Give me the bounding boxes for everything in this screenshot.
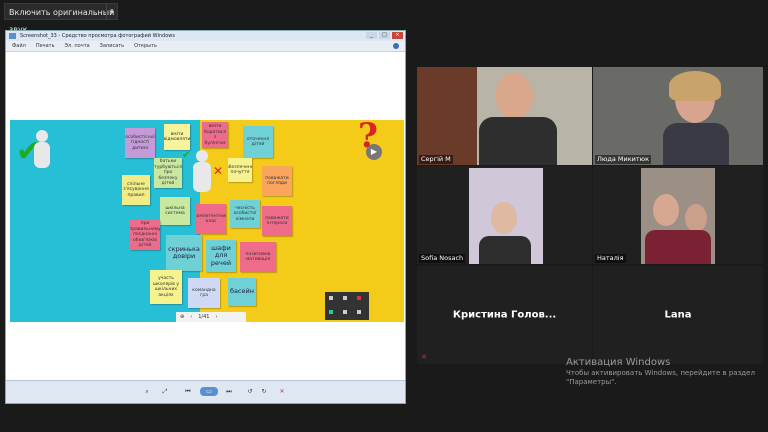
maximize-button[interactable]: □ — [379, 32, 390, 39]
figure-body-icon — [34, 142, 50, 168]
menu-burn[interactable]: Записать — [100, 41, 124, 51]
viewer-toolbar: ⌕ ⤢ ⏮ ▭ ⏭ ↺ ↻ ✕ — [6, 380, 405, 403]
participant-head — [495, 73, 533, 119]
photo-viewer-app-icon — [9, 33, 16, 39]
note-8: поважати погляди — [262, 166, 292, 196]
activation-title: Активация Windows — [566, 357, 671, 368]
figure-head-icon — [36, 130, 48, 142]
participant-head — [491, 202, 517, 234]
note-4: оточення дітей — [243, 126, 273, 158]
note-16: позитивна мотивація — [240, 242, 276, 272]
windows-activation-watermark: Активация Windows Чтобы активировать Win… — [566, 357, 756, 387]
note-17: участь школярів у шкільних акціях — [150, 270, 182, 304]
participant-body — [663, 123, 729, 165]
menu-print[interactable]: Печать — [36, 41, 55, 51]
zoom-in-icon[interactable]: ⊕ — [180, 312, 184, 322]
participant-name: Кристина Голов... — [452, 309, 557, 321]
note-10: компетентний клас — [196, 204, 226, 234]
play-icon[interactable]: ▶ — [366, 144, 382, 160]
figure-center-head-icon — [196, 150, 208, 162]
menu-open[interactable]: Открыть — [134, 41, 157, 51]
note-7: забезпечення почуття — [228, 158, 252, 182]
menu-file[interactable]: Файл — [12, 41, 26, 51]
original-sound-button[interactable]: Включить оригинальный звук ▾ — [4, 3, 118, 34]
participant-body — [479, 236, 531, 264]
participant-name: Люда Микитюк — [595, 155, 652, 164]
slide-ctrl-icon-1[interactable] — [329, 296, 333, 300]
menu-email[interactable]: Эл. почта — [65, 41, 90, 51]
slide-ctrl-icon-4[interactable] — [329, 310, 333, 314]
slide-image: ✔ ✔ ✕ ? ▶ особистісної гідності дитині в… — [10, 120, 404, 322]
participant-name: Sofia Nosach — [419, 254, 466, 263]
small-check-icon: ✔ — [182, 150, 191, 161]
note-13: при правильному поєднанні обов'язків діт… — [130, 220, 160, 250]
note-14: скринька довіри — [166, 235, 202, 271]
participant-body — [479, 117, 557, 165]
slideshow-button[interactable]: ▭ — [200, 387, 218, 396]
participant-hair — [669, 71, 721, 101]
video-background — [417, 67, 477, 165]
next-icon[interactable]: › — [215, 312, 217, 322]
video-tile-2[interactable]: Люда Микитюк — [593, 67, 763, 165]
photo-viewer-window: Screenshot_33 - Средство просмотра фотог… — [5, 30, 406, 404]
zoom-icon[interactable]: ⌕ — [140, 387, 154, 396]
figure-center-body-icon — [193, 162, 211, 192]
note-5: батьки турбуються про безпеку дітей — [154, 158, 182, 188]
note-9: шкільна система — [160, 197, 190, 225]
slide-ctrl-icon-6[interactable] — [357, 310, 361, 314]
rotate-right-icon[interactable]: ↻ — [258, 387, 270, 396]
note-19: басейн — [228, 278, 256, 306]
note-3: вміти боротися з булінгом — [202, 122, 228, 148]
close-button[interactable]: × — [392, 32, 403, 39]
delete-icon[interactable]: ✕ — [276, 387, 288, 396]
slide-pager: ⊕ ‹ 1/41 › — [176, 312, 246, 322]
note-2: вміти відмовляти — [164, 124, 190, 150]
video-tile-5[interactable]: Кристина Голов... ✕ — [417, 266, 592, 364]
participant-name: Наталія — [595, 254, 626, 263]
participant-name: Lana — [664, 309, 692, 321]
image-area: ✔ ✔ ✕ ? ▶ особистісної гідності дитині в… — [6, 52, 405, 382]
video-tile-4[interactable]: Наталія — [593, 166, 763, 264]
note-15: шафи для речей — [206, 240, 236, 272]
prev-icon[interactable]: ‹ — [190, 312, 192, 322]
page-indicator: 1/41 — [198, 314, 210, 320]
note-18: командна гра — [188, 278, 220, 308]
chevron-down-icon[interactable]: ▾ — [106, 4, 117, 19]
red-x-icon: ✕ — [213, 164, 224, 178]
previous-button[interactable]: ⏮ — [181, 387, 195, 396]
video-tile-6[interactable]: Lana — [593, 266, 763, 364]
video-tile-3[interactable]: Sofia Nosach — [417, 166, 592, 264]
participant-head — [653, 194, 679, 226]
participant-name: Сергій М — [419, 155, 453, 164]
slide-ctrl-icon-3[interactable] — [357, 296, 361, 300]
rotate-left-icon[interactable]: ↺ — [244, 387, 256, 396]
viewer-menubar: Файл Печать Эл. почта Записать Открыть — [6, 41, 405, 52]
participant-body — [645, 230, 711, 264]
slide-ctrl-icon-2[interactable] — [343, 296, 347, 300]
video-tile-1[interactable]: Сергій М — [417, 67, 592, 165]
minimize-button[interactable]: _ — [366, 32, 377, 39]
slide-ctrl-icon-5[interactable] — [343, 310, 347, 314]
fit-icon[interactable]: ⤢ — [158, 387, 172, 396]
viewer-title: Screenshot_33 - Средство просмотра фотог… — [20, 33, 175, 39]
viewer-titlebar: Screenshot_33 - Средство просмотра фотог… — [6, 31, 405, 41]
note-12: поважати інтереси — [262, 206, 292, 236]
slide-controls[interactable] — [325, 292, 369, 320]
mic-muted-icon: ✕ — [421, 353, 427, 361]
note-6: спільне з'ясування правил — [122, 175, 150, 205]
next-button[interactable]: ⏭ — [222, 387, 236, 396]
note-1: особистісної гідності дитині — [125, 128, 155, 158]
participant-head-2 — [685, 204, 707, 232]
activation-text: Чтобы активировать Windows, перейдите в … — [566, 369, 755, 386]
note-11: чесність особистої кімнати — [230, 200, 260, 228]
help-icon[interactable] — [393, 43, 399, 49]
